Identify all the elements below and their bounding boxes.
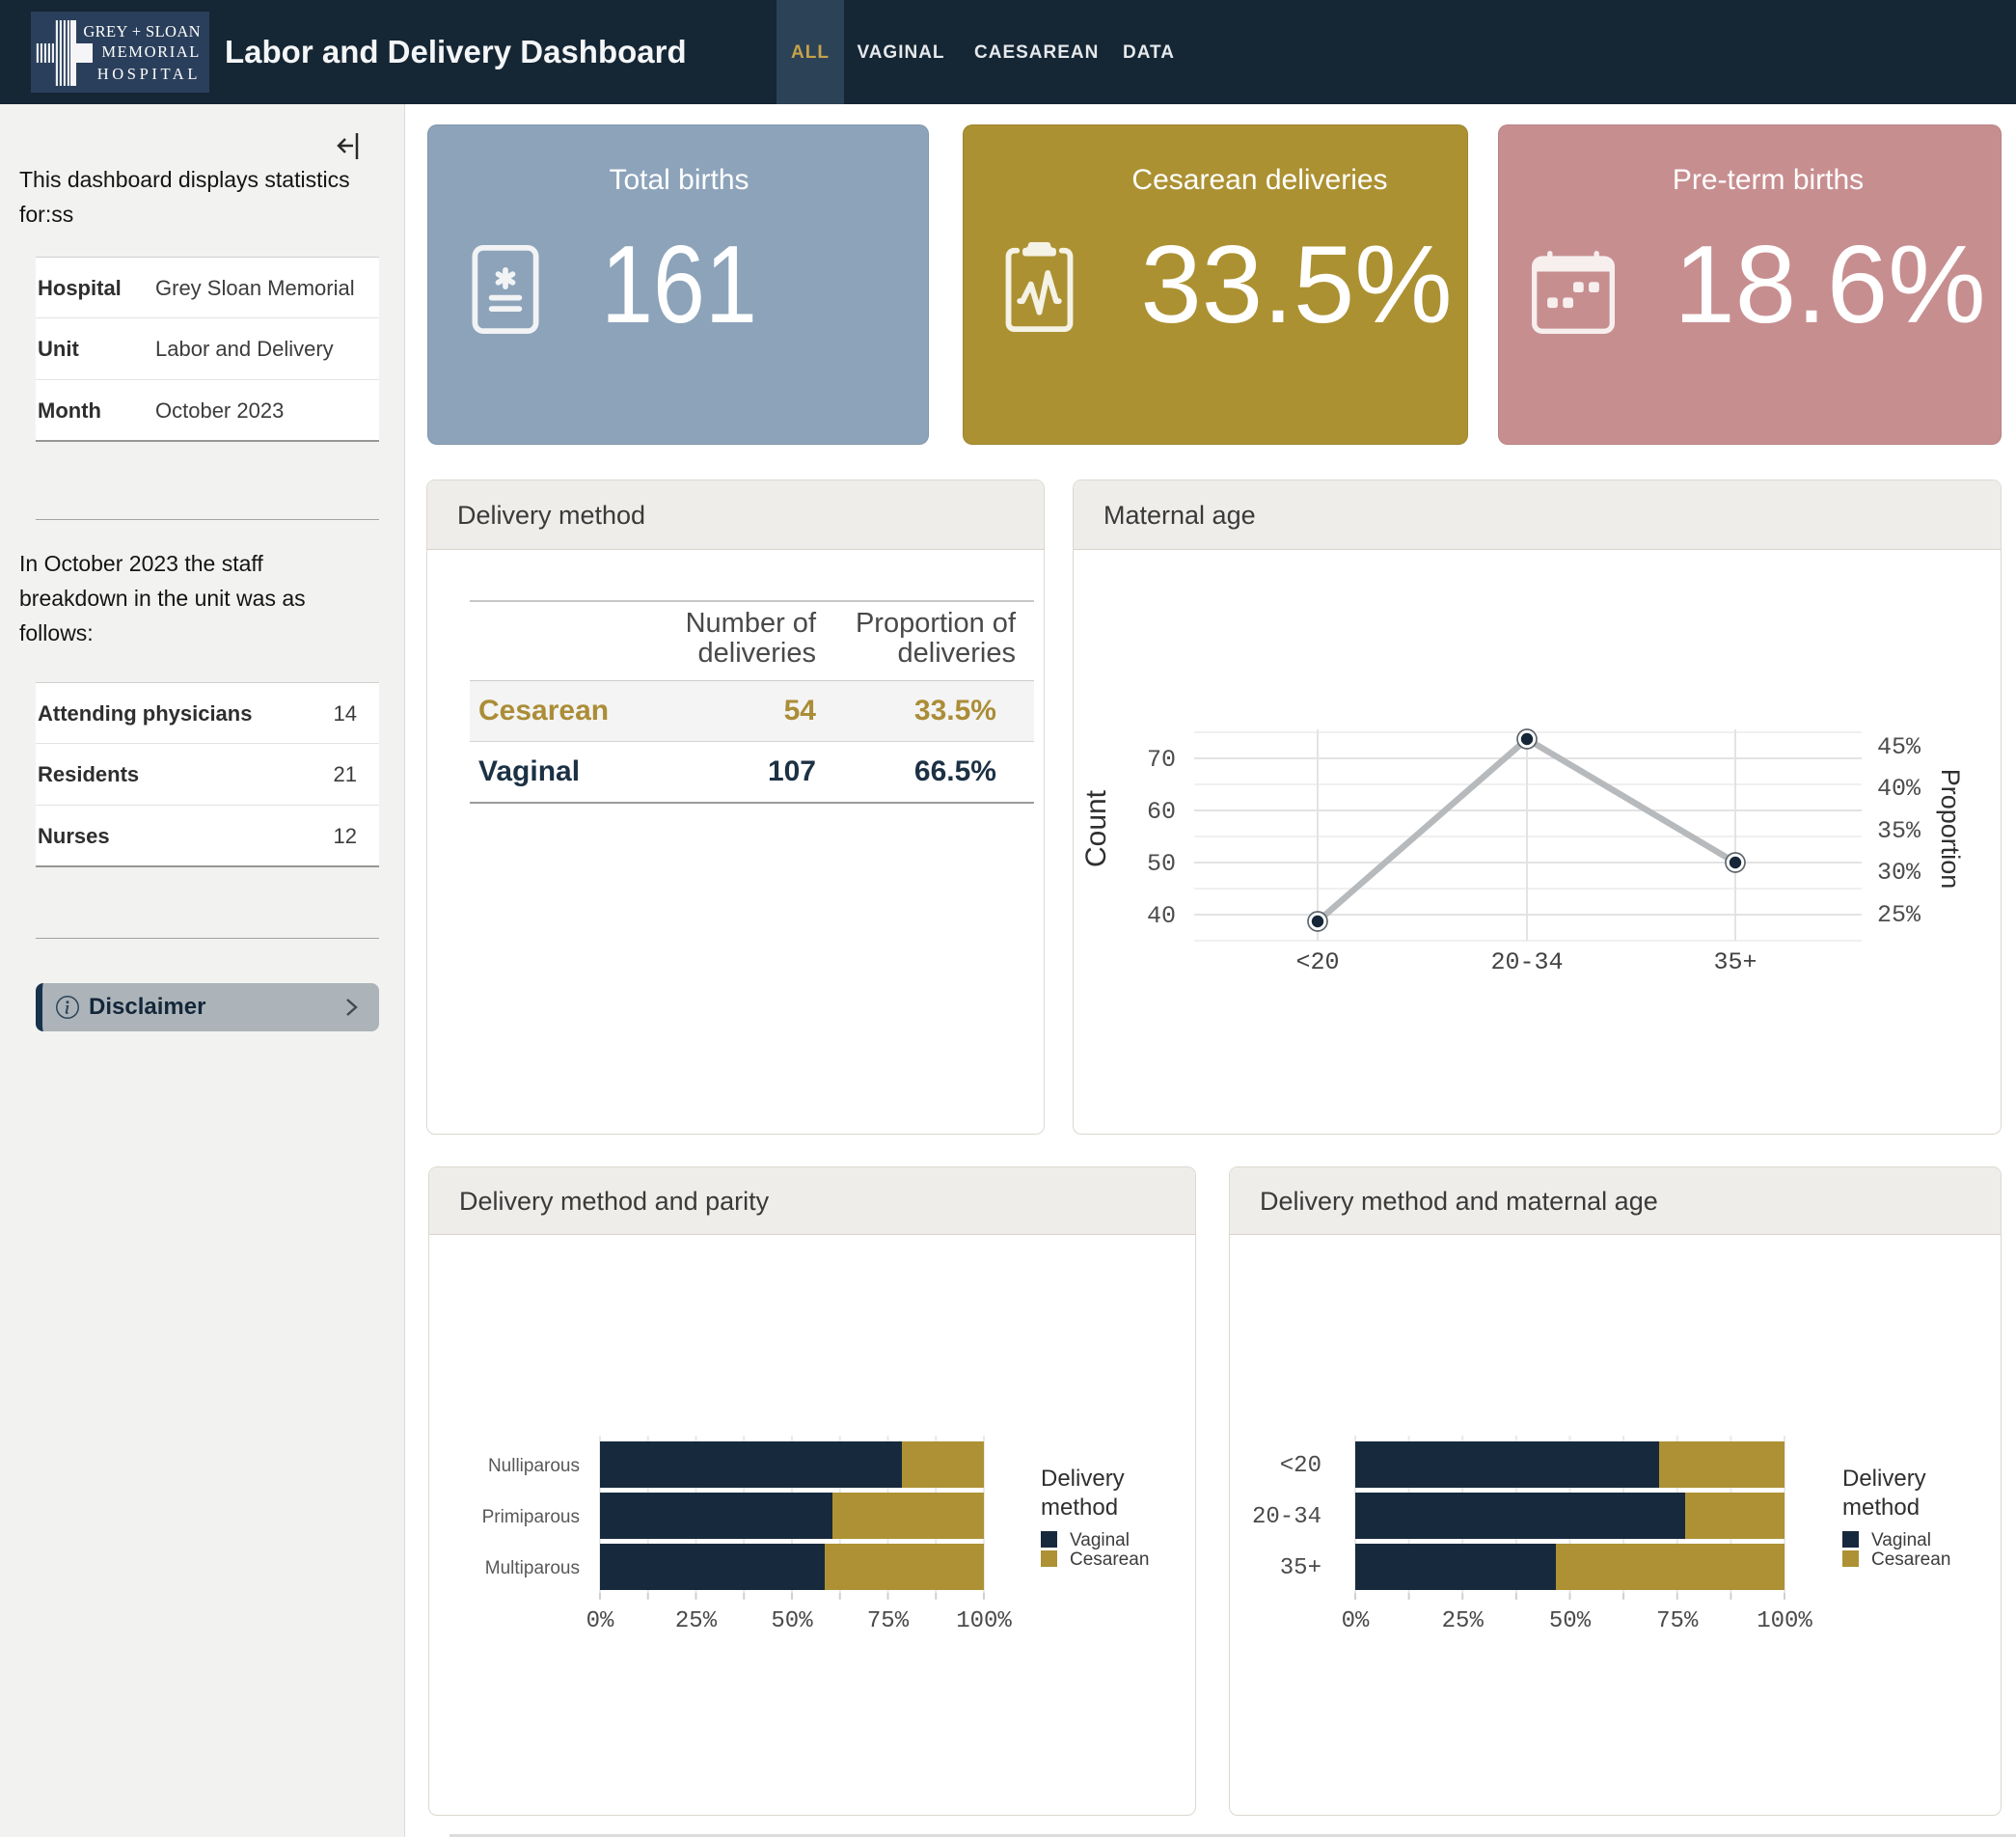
svg-text:Delivery: Delivery: [1842, 1466, 1926, 1492]
svg-text:40%: 40%: [1877, 775, 1921, 803]
svg-text:<20: <20: [1295, 948, 1339, 976]
svg-text:0%: 0%: [586, 1608, 614, 1634]
svg-text:0%: 0%: [1342, 1608, 1370, 1634]
svg-text:100%: 100%: [956, 1608, 1012, 1634]
svg-text:45%: 45%: [1877, 733, 1921, 761]
svg-text:<20: <20: [1280, 1453, 1321, 1479]
svg-text:Count: Count: [1080, 789, 1112, 867]
svg-text:50%: 50%: [1549, 1608, 1592, 1634]
svg-text:25%: 25%: [1442, 1608, 1485, 1634]
svg-text:Vaginal: Vaginal: [1070, 1530, 1130, 1550]
svg-text:method: method: [1842, 1494, 1920, 1521]
svg-text:25%: 25%: [1877, 901, 1921, 929]
svg-text:50: 50: [1147, 850, 1176, 878]
svg-text:35%: 35%: [1877, 817, 1921, 845]
svg-text:35+: 35+: [1280, 1555, 1321, 1581]
svg-text:Proportion: Proportion: [1936, 769, 1965, 890]
svg-text:Delivery: Delivery: [1041, 1466, 1125, 1492]
svg-text:MEMORIAL: MEMORIAL: [101, 42, 201, 61]
svg-text:HOSPITAL: HOSPITAL: [97, 65, 201, 83]
svg-text:20-34: 20-34: [1252, 1504, 1321, 1530]
svg-text:Primiparous: Primiparous: [482, 1507, 580, 1527]
svg-text:Vaginal: Vaginal: [1871, 1530, 1931, 1550]
svg-text:35+: 35+: [1713, 948, 1757, 976]
svg-text:GREY + SLOAN: GREY + SLOAN: [83, 22, 201, 41]
svg-text:70: 70: [1147, 746, 1176, 774]
svg-text:40: 40: [1147, 902, 1176, 930]
svg-text:75%: 75%: [867, 1608, 910, 1634]
svg-text:Cesarean: Cesarean: [1871, 1549, 1950, 1570]
svg-text:Multiparous: Multiparous: [485, 1558, 580, 1578]
svg-text:Cesarean: Cesarean: [1070, 1549, 1149, 1570]
svg-text:75%: 75%: [1656, 1608, 1699, 1634]
svg-text:method: method: [1041, 1494, 1118, 1521]
svg-text:Nulliparous: Nulliparous: [488, 1456, 580, 1476]
svg-text:60: 60: [1147, 798, 1176, 826]
svg-text:20-34: 20-34: [1490, 948, 1563, 976]
svg-text:100%: 100%: [1757, 1608, 1812, 1634]
svg-text:50%: 50%: [771, 1608, 813, 1634]
svg-text:30%: 30%: [1877, 859, 1921, 887]
svg-text:25%: 25%: [675, 1608, 718, 1634]
